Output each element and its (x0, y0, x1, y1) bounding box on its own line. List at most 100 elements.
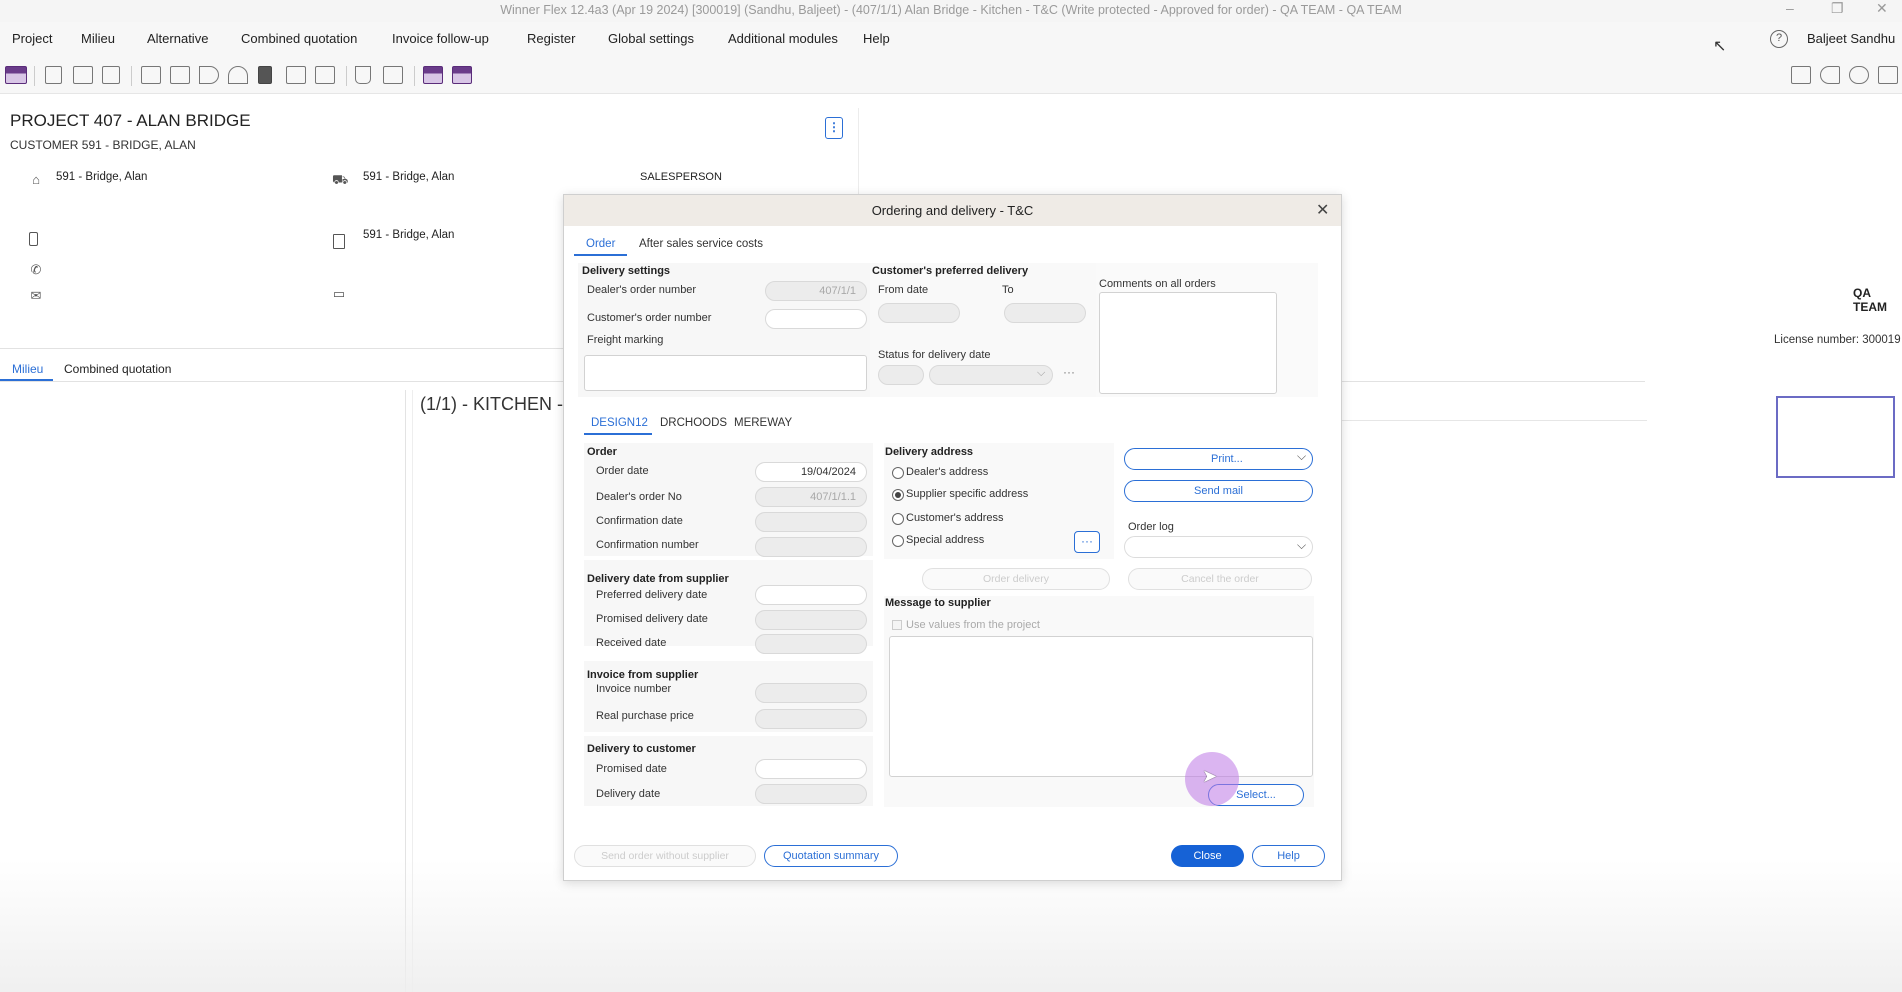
send-without-supplier-button[interactable]: Send order without supplier (574, 845, 756, 867)
status-code-field[interactable] (878, 365, 924, 385)
customer-order-label: Customer's order number (587, 312, 712, 324)
tab-milieu[interactable]: Milieu (12, 362, 43, 376)
tab-after-sales[interactable]: After sales service costs (639, 238, 763, 250)
real-purchase-price-field[interactable] (755, 709, 867, 729)
customer-order-field[interactable] (765, 309, 867, 329)
menu-milieu[interactable]: Milieu (81, 31, 115, 46)
menu-help[interactable]: Help (863, 31, 890, 46)
email-icon: ✉ (30, 288, 42, 303)
order-delivery-button[interactable]: Order delivery (922, 568, 1110, 590)
trash-icon[interactable] (355, 66, 371, 84)
kitchen-title: (1/1) - KITCHEN - (420, 394, 564, 414)
mobile-icon (29, 232, 38, 246)
comment-icon: ▭ (332, 286, 346, 301)
elevation-icon[interactable] (286, 66, 306, 84)
promised-date-field[interactable] (755, 759, 867, 779)
from-date-field[interactable] (878, 303, 960, 323)
dialog-close-icon[interactable]: ✕ (1316, 200, 1329, 220)
confirmation-number-label: Confirmation number (596, 539, 699, 551)
invoice-number-field[interactable] (755, 683, 867, 703)
view-icon[interactable] (141, 66, 161, 84)
customer-address-label[interactable]: Customer's address (906, 512, 1003, 524)
tab-drchoods[interactable]: DRCHOODS (660, 417, 727, 429)
customer-address-radio[interactable] (892, 513, 904, 525)
announcement-icon[interactable] (1820, 66, 1840, 84)
promised-delivery-date-field[interactable] (755, 610, 867, 630)
mirror-icon[interactable] (228, 66, 248, 84)
supplier-address-label[interactable]: Supplier specific address (906, 488, 1028, 500)
menu-alternative[interactable]: Alternative (147, 31, 208, 46)
tab-order[interactable]: Order (586, 238, 615, 250)
delivery-date-field[interactable] (755, 784, 867, 804)
winner-flex-icon[interactable] (5, 66, 27, 84)
invoice-number-label: Invoice number (596, 683, 672, 695)
freight-marking-label: Freight marking (587, 334, 664, 346)
toolbar (0, 56, 1902, 94)
menu-combined-quotation[interactable]: Combined quotation (241, 31, 357, 46)
open-folder-icon[interactable] (73, 66, 93, 84)
received-date-label: Received date (596, 637, 667, 649)
menu-register[interactable]: Register (527, 31, 575, 46)
perspective-icon[interactable] (199, 66, 219, 84)
dealer-address-label[interactable]: Dealer's address (906, 466, 988, 478)
special-address-label[interactable]: Special address (906, 534, 984, 546)
dealer-order-field[interactable]: 407/1/1 (765, 281, 867, 301)
menu-project[interactable]: Project (12, 31, 52, 46)
help-button[interactable]: Help (1252, 845, 1325, 867)
use-values-checkbox[interactable] (892, 620, 902, 630)
print-icon[interactable] (383, 66, 403, 84)
received-date-field[interactable] (755, 634, 867, 654)
order-log-dropdown[interactable] (1124, 536, 1313, 558)
quotation-summary-button[interactable]: Quotation summary (764, 845, 898, 867)
dialog-header: Ordering and delivery - T&C ✕ (564, 195, 1341, 226)
window-close-button[interactable]: ✕ (1876, 0, 1888, 17)
order-log-label: Order log (1128, 521, 1174, 533)
360-view-icon[interactable] (423, 66, 443, 84)
preview-thumbnail[interactable] (1776, 396, 1895, 478)
calculator-icon[interactable] (258, 66, 272, 84)
help-icon[interactable]: ? (1770, 30, 1788, 48)
order-date-field[interactable]: 19/04/2024 (755, 462, 867, 482)
confirmation-date-field[interactable] (755, 512, 867, 532)
to-date-field[interactable] (1004, 303, 1086, 323)
dealer-address-radio[interactable] (892, 467, 904, 479)
status-more-icon[interactable]: ··· (1063, 365, 1075, 379)
minimize-button[interactable]: – (1786, 0, 1794, 16)
user-name[interactable]: Baljeet Sandhu (1807, 31, 1895, 46)
send-mail-button[interactable]: Send mail (1124, 480, 1313, 502)
confirmation-number-field[interactable] (755, 537, 867, 557)
tab-design12[interactable]: DESIGN12 (591, 417, 648, 429)
freight-marking-input[interactable] (584, 355, 867, 391)
restore-button[interactable]: ❐ (1831, 0, 1844, 17)
close-button[interactable]: Close (1171, 845, 1244, 867)
comments-textarea[interactable] (1099, 292, 1277, 394)
notes-icon[interactable] (315, 66, 335, 84)
menu-invoice-follow-up[interactable]: Invoice follow-up (392, 31, 489, 46)
special-address-radio[interactable] (892, 535, 904, 547)
mail-icon[interactable] (1878, 66, 1898, 84)
save-icon[interactable] (102, 66, 120, 84)
screenshot-icon[interactable] (1791, 66, 1811, 84)
special-address-more-button[interactable]: ··· (1074, 531, 1100, 553)
team-label: QA TEAM (1853, 286, 1887, 314)
supplier-address-radio[interactable] (892, 489, 904, 501)
title-bar: Winner Flex 12.4a3 (Apr 19 2024) [300019… (0, 0, 1902, 22)
cancel-order-button[interactable]: Cancel the order (1128, 568, 1312, 590)
pane-divider (405, 390, 406, 992)
print-button[interactable]: Print... (1124, 448, 1313, 470)
message-textarea[interactable] (889, 636, 1313, 777)
tab-mereway[interactable]: MEREWAY (734, 417, 792, 429)
menu-global-settings[interactable]: Global settings (608, 31, 694, 46)
cloud-icon[interactable] (1849, 66, 1869, 84)
panorama-view-icon[interactable] (452, 66, 472, 84)
layout-icon[interactable] (170, 66, 190, 84)
preferred-delivery-date-field[interactable] (755, 585, 867, 605)
toolbar-separator (346, 66, 347, 86)
tab-combined-quotation[interactable]: Combined quotation (64, 362, 171, 376)
dealer-order-no-field[interactable]: 407/1/1.1 (755, 487, 867, 507)
menu-additional-modules[interactable]: Additional modules (728, 31, 838, 46)
more-options-icon[interactable]: ⋮ (825, 117, 843, 139)
menu-bar: Project Milieu Alternative Combined quot… (0, 22, 1902, 56)
new-document-icon[interactable] (45, 66, 62, 84)
status-dropdown[interactable] (929, 365, 1053, 385)
